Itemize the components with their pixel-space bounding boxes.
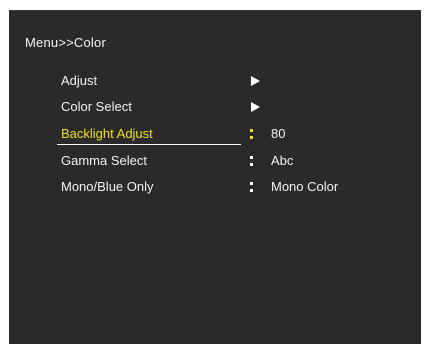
selection-underline (57, 144, 241, 145)
breadcrumb: Menu>>Color (25, 35, 106, 50)
menu-item-label: Gamma Select (61, 153, 147, 168)
colon-separator-icon (250, 181, 254, 193)
menu-item-backlight-adjust[interactable]: Backlight Adjust 80 (9, 123, 421, 145)
menu-item-gamma-select[interactable]: Gamma Select Abc (9, 150, 421, 172)
colon-separator-icon (250, 155, 254, 167)
submenu-arrow-icon (251, 102, 260, 112)
colon-separator-icon (250, 128, 254, 140)
menu-item-value: 80 (271, 126, 286, 141)
submenu-arrow-icon (251, 76, 260, 86)
osd-menu-panel: Menu>>Color Adjust Color Select Backligh… (9, 10, 421, 344)
menu-item-label: Adjust (61, 73, 98, 88)
menu-item-adjust[interactable]: Adjust (9, 70, 421, 92)
menu-item-mono-blue-only[interactable]: Mono/Blue Only Mono Color (9, 176, 421, 198)
menu-item-value: Abc (271, 153, 294, 168)
menu-item-color-select[interactable]: Color Select (9, 96, 421, 118)
menu-item-label: Mono/Blue Only (61, 179, 154, 194)
menu-item-value: Mono Color (271, 179, 339, 194)
menu-item-label: Backlight Adjust (61, 126, 153, 141)
menu-item-label: Color Select (61, 99, 132, 114)
